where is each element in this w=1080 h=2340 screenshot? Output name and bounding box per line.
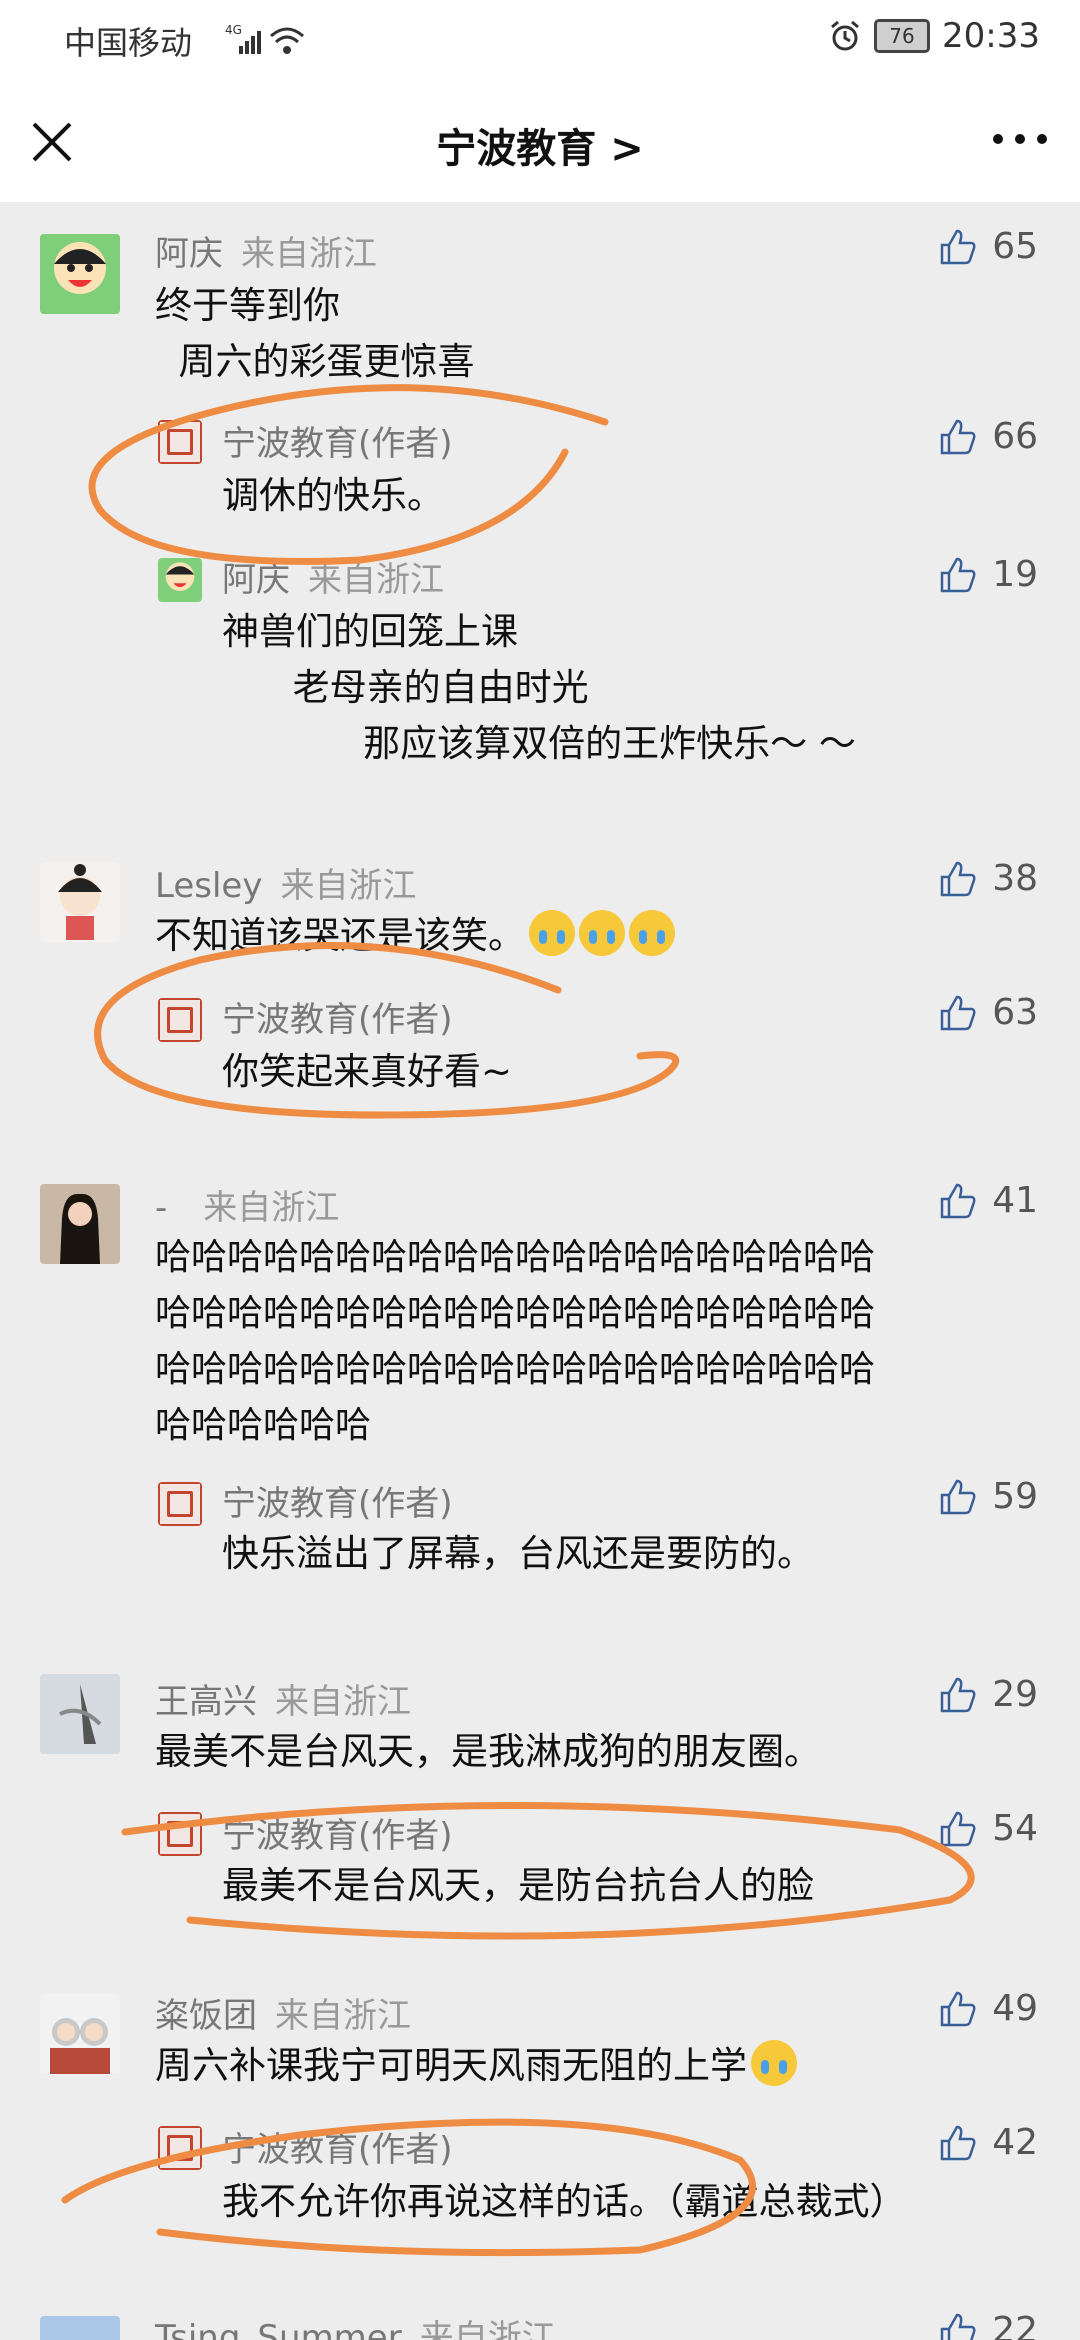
like-button[interactable]: 66	[938, 416, 1038, 457]
author-avatar[interactable]	[158, 998, 202, 1042]
comment-author: - 来自浙江	[155, 1188, 340, 1228]
comment-list: 阿庆 来自浙江 65 终于等到你 周六的彩蛋更惊喜 宁波教育(作者) 66 调休的…	[0, 202, 1080, 2340]
like-count: 42	[992, 2122, 1038, 2163]
comment-text: 终于等到你 周六的彩蛋更惊喜	[155, 284, 475, 383]
reply-text: 我不允许你再说这样的话。（霸道总裁式）	[222, 2180, 907, 2223]
comment-author: 王高兴 来自浙江	[155, 1682, 411, 1722]
avatar[interactable]	[40, 862, 120, 942]
reply-text: 调休的快乐。	[222, 474, 444, 517]
comment-author: Lesley 来自浙江	[155, 866, 417, 906]
reply-text: 最美不是台风天，是防台抗台人的脸	[222, 1864, 814, 1907]
comment-text: 周六补课我宁可明天风雨无阻的上学	[155, 2038, 797, 2094]
like-button[interactable]: 41	[938, 1180, 1038, 1221]
thumbs-up-icon	[940, 229, 976, 264]
like-count: 65	[992, 226, 1038, 267]
thumbs-up-icon	[940, 995, 976, 1030]
crying-emoji-icon	[529, 910, 575, 956]
crying-emoji-icon	[579, 910, 625, 956]
comment-author: Tsing_Summer 来自浙江	[155, 2318, 556, 2340]
avatar[interactable]	[40, 1184, 120, 1264]
svg-text:4G: 4G	[225, 23, 242, 37]
like-button[interactable]: 38	[938, 858, 1038, 899]
author-avatar[interactable]	[158, 1812, 202, 1856]
like-count: 19	[992, 554, 1038, 595]
signal-wifi-icons: 4G	[225, 22, 305, 62]
like-count: 66	[992, 416, 1038, 457]
status-bar: 中国移动 4G 76 20:33	[0, 0, 1080, 80]
avatar[interactable]	[40, 1994, 120, 2074]
carrier-label: 中国移动	[64, 24, 193, 62]
like-count: 59	[992, 1476, 1038, 1517]
thumbs-up-icon	[940, 557, 976, 592]
crying-emoji-icon	[751, 2040, 797, 2086]
reply-text: 神兽们的回笼上课 老母亲的自由时光 那应该算双倍的王炸快乐～ ～	[222, 610, 856, 765]
reply-author: 宁波教育(作者)	[222, 1484, 453, 1524]
thumbs-up-icon	[940, 861, 976, 896]
like-button[interactable]: 42	[938, 2122, 1038, 2163]
like-count: 63	[992, 992, 1038, 1033]
crying-emoji-icon	[629, 910, 675, 956]
comment-text: 最美不是台风天，是我淋成狗的朋友圈。	[155, 1730, 821, 1773]
like-button[interactable]: 19	[938, 554, 1038, 595]
avatar[interactable]	[158, 558, 202, 602]
author-avatar[interactable]	[158, 1482, 202, 1526]
comment-text: 哈哈哈哈哈哈哈哈哈哈哈哈哈哈哈哈哈哈哈哈 哈哈哈哈哈哈哈哈哈哈哈哈哈哈哈哈哈哈哈…	[155, 1237, 876, 1446]
comment-text: 不知道该哭还是该笑。	[155, 908, 675, 964]
thumbs-up-icon	[940, 2313, 976, 2340]
like-button[interactable]: 49	[938, 1988, 1038, 2029]
like-count: 38	[992, 858, 1038, 899]
reply-author: 宁波教育(作者)	[222, 1000, 453, 1040]
like-button[interactable]: 63	[938, 992, 1038, 1033]
like-button[interactable]: 59	[938, 1476, 1038, 1517]
comment-author: 阿庆 来自浙江	[155, 234, 377, 274]
reply-author: 宁波教育(作者)	[222, 424, 453, 464]
like-button[interactable]: 29	[938, 1674, 1038, 1715]
like-button[interactable]: 22	[938, 2310, 1038, 2340]
like-button[interactable]: 65	[938, 226, 1038, 267]
reply-author: 阿庆 来自浙江	[222, 560, 444, 600]
alarm-icon	[831, 20, 859, 51]
navigation-bar: 宁波教育 >	[0, 80, 1080, 202]
thumbs-up-icon	[940, 1183, 976, 1218]
thumbs-up-icon	[940, 1811, 976, 1846]
thumbs-up-icon	[940, 419, 976, 454]
like-count: 54	[992, 1808, 1038, 1849]
reply-author: 宁波教育(作者)	[222, 1816, 453, 1856]
more-options-icon[interactable]	[990, 124, 1050, 154]
author-avatar[interactable]	[158, 2126, 202, 2170]
reply-text: 你笑起来真好看~	[222, 1050, 513, 1093]
thumbs-up-icon	[940, 1479, 976, 1514]
thumbs-up-icon	[940, 1677, 976, 1712]
avatar[interactable]	[40, 2316, 120, 2340]
avatar[interactable]	[40, 234, 120, 314]
author-avatar[interactable]	[158, 420, 202, 464]
like-count: 29	[992, 1674, 1038, 1715]
battery-icon: 76	[874, 19, 931, 53]
avatar[interactable]	[40, 1674, 120, 1754]
reply-author: 宁波教育(作者)	[222, 2130, 453, 2170]
reply-text: 快乐溢出了屏幕，台风还是要防的。	[222, 1532, 814, 1575]
like-button[interactable]: 54	[938, 1808, 1038, 1849]
like-count: 22	[992, 2310, 1038, 2340]
thumbs-up-icon	[940, 2125, 976, 2160]
thumbs-up-icon	[940, 1991, 976, 2026]
like-count: 49	[992, 1988, 1038, 2029]
like-count: 41	[992, 1180, 1038, 1221]
page-title[interactable]: 宁波教育 >	[0, 116, 1080, 174]
clock: 20:33	[942, 16, 1040, 56]
comment-author: 粢饭团 来自浙江	[155, 1996, 411, 2036]
